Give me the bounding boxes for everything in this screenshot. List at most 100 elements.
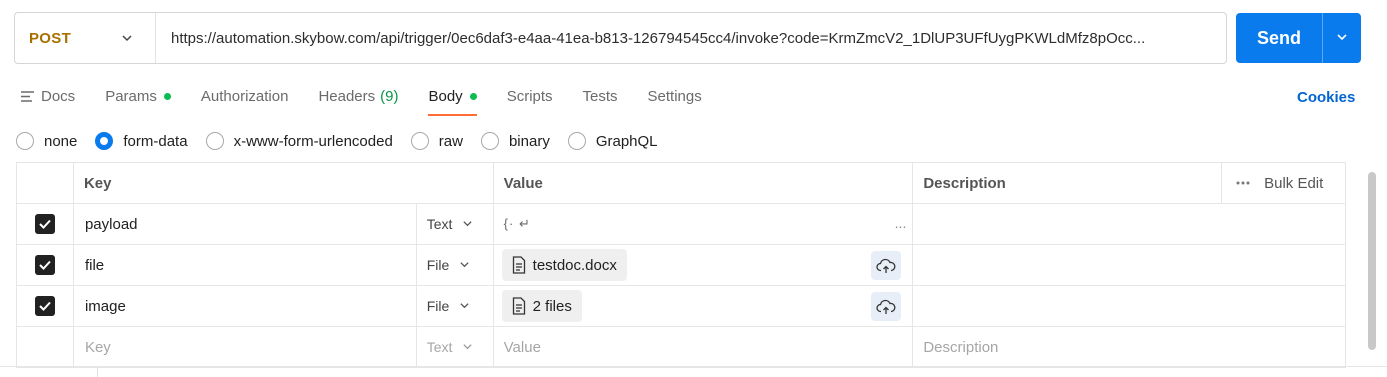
more-icon[interactable]: ... [895,215,907,231]
tab-label: Settings [647,87,702,105]
tab-headers[interactable]: Headers (9) [318,84,398,108]
table-row-new: Key Text Value Description [17,327,1347,368]
type-label: Text [426,216,453,232]
radio-selected-icon [95,132,114,150]
docs-icon [20,90,35,103]
checkmark-icon [39,260,51,270]
chevron-down-icon [462,339,473,355]
header-checkbox-cell [17,163,74,203]
send-button[interactable]: Send [1236,28,1322,49]
file-name: 2 files [532,297,572,315]
tab-body[interactable]: Body [428,84,477,116]
divider [0,366,1387,367]
tab-label: Params [105,87,157,105]
method-label: POST [29,29,72,47]
headers-count: (9) [380,87,399,105]
type-select[interactable]: Text [417,327,494,367]
form-data-table: Key Value Description Bulk Edit payload … [16,162,1347,368]
key-cell[interactable]: image [74,286,417,326]
radio-label: x-www-form-urlencoded [233,132,393,150]
radio-x-www-form-urlencoded[interactable]: x-www-form-urlencoded [205,132,393,150]
description-cell[interactable] [913,286,1347,326]
file-icon [512,297,526,315]
radio-circle-icon [205,132,224,150]
tab-label: Docs [41,87,76,105]
description-input[interactable]: Description [913,327,1347,367]
more-icon [1236,181,1250,185]
tab-tests[interactable]: Tests [583,84,618,108]
send-options-button[interactable] [1323,30,1361,47]
tab-scripts[interactable]: Scripts [507,84,553,108]
url-input[interactable]: https://automation.skybow.com/api/trigge… [156,30,1226,47]
status-dot-icon [163,92,171,100]
chevron-down-icon [459,257,470,273]
type-label: File [426,298,450,314]
radio-form-data[interactable]: form-data [95,132,188,150]
table-row: payload Text {· ↵ ... [17,204,1347,245]
radio-graphql[interactable]: GraphQL [567,132,658,150]
type-select[interactable]: Text [417,204,494,244]
radio-label: binary [508,132,550,150]
vertical-scrollbar[interactable] [1368,172,1376,350]
table-row: file File testdoc.docx [17,245,1347,286]
divider [97,367,98,377]
type-select[interactable]: File [417,286,494,326]
cookies-link[interactable]: Cookies [1297,89,1355,106]
key-cell[interactable]: payload [74,204,417,244]
row-checkbox[interactable] [34,296,55,316]
tab-label: Scripts [506,87,553,105]
column-header-description: Description [913,163,1223,203]
radio-circle-icon [410,132,429,150]
key-input[interactable]: Key [74,327,417,367]
tab-label: Headers [318,87,376,105]
row-checkbox[interactable] [34,255,55,275]
table-header-row: Key Value Description Bulk Edit [17,162,1347,204]
file-chip[interactable]: 2 files [501,290,582,322]
upload-button[interactable] [871,251,902,280]
tab-label: Body [428,87,463,105]
tab-params[interactable]: Params [105,84,171,108]
column-header-key: Key [74,163,494,203]
chevron-down-icon [121,31,133,48]
row-checkbox-cell [17,286,74,326]
file-name: testdoc.docx [532,256,617,274]
tab-label: Tests [582,87,618,105]
request-bar: POST https://automation.skybow.com/api/t… [14,12,1227,64]
row-checkbox[interactable] [34,214,55,234]
row-checkbox-cell [17,245,74,285]
send-button-group: Send [1236,13,1361,63]
tab-docs[interactable]: Docs [20,84,75,108]
bulk-edit-button[interactable]: Bulk Edit [1222,163,1347,203]
status-dot-icon [469,92,477,100]
chevron-down-icon [459,298,470,314]
radio-raw[interactable]: raw [410,132,463,150]
table-row: image File 2 files [17,286,1347,327]
radio-circle-icon [480,132,499,150]
bulk-edit-label: Bulk Edit [1264,174,1324,192]
radio-circle-icon [16,132,34,150]
radio-circle-icon [567,132,586,150]
radio-label: raw [438,132,463,150]
cloud-upload-icon [876,299,896,314]
radio-label: GraphQL [595,132,658,150]
description-cell[interactable] [913,204,1347,244]
value-input[interactable]: Value [494,327,914,367]
chevron-down-icon [1336,30,1348,47]
radio-binary[interactable]: binary [480,132,550,150]
row-checkbox-cell [17,204,74,244]
type-select[interactable]: File [417,245,494,285]
file-icon [512,256,526,274]
key-cell[interactable]: file [74,245,417,285]
radio-none[interactable]: none [16,132,77,150]
file-chip[interactable]: testdoc.docx [501,249,627,281]
type-label: File [426,257,450,273]
upload-button[interactable] [871,292,902,321]
value-preview: {· ↵ [503,216,531,231]
body-type-selector: none form-data x-www-form-urlencoded raw… [16,130,676,152]
tab-settings[interactable]: Settings [648,84,702,108]
radio-label: none [44,132,78,150]
value-cell[interactable]: {· ↵ ... [494,204,914,244]
description-cell[interactable] [913,245,1347,285]
tab-authorization[interactable]: Authorization [201,84,289,108]
method-select[interactable]: POST [15,13,156,63]
